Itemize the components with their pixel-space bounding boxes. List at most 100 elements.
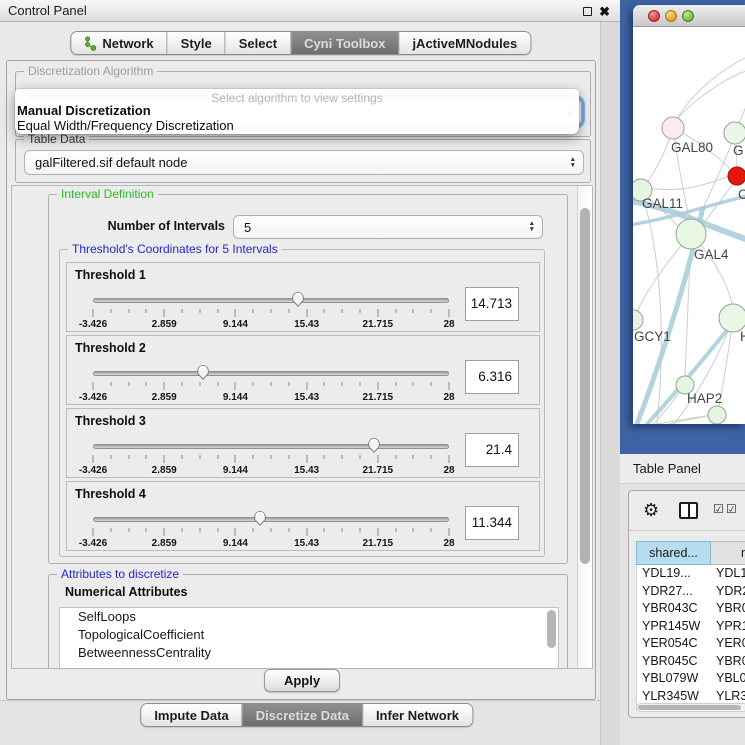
checkbox-checked-icon[interactable]: ☑ [713, 502, 724, 516]
dropdown-item-equal-width-frequency[interactable]: Equal Width/Frequency Discretization [15, 118, 579, 133]
network-node-gcy1[interactable] [633, 310, 643, 330]
bottom-tab-bar: Impute Data Discretize Data Infer Networ… [140, 703, 473, 727]
node-label: G [733, 143, 744, 158]
table-data-select[interactable]: galFiltered.sif default node ▲▼ [24, 150, 584, 175]
table-row[interactable]: YBR043CYBR0 [637, 600, 745, 618]
network-node-gal80[interactable] [662, 117, 684, 139]
apply-button[interactable]: Apply [264, 669, 340, 692]
interval-definition-group: Interval Definition Number of Intervals … [48, 194, 568, 564]
tab-network[interactable]: Network [71, 32, 166, 54]
slider-ticks [93, 382, 449, 391]
zoom-traffic-light-icon[interactable] [682, 10, 694, 22]
threshold-panel: Threshold 1 -3.4262.8599.14415.4321.71528… [66, 262, 540, 332]
table-data-group: Table Data galFiltered.sif default node … [15, 139, 591, 183]
network-canvas[interactable]: GAL80GCGAL11GAL4GCY1HHAP2 [633, 27, 745, 424]
threshold-slider[interactable]: -3.4262.8599.14415.4321.71528 [93, 362, 449, 404]
tab-jactivemnodules[interactable]: jActiveMNodules [398, 32, 530, 54]
control-panel-window: Control Panel ✖ Network Style Select Cyn… [0, 0, 620, 745]
tab-select[interactable]: Select [225, 32, 290, 54]
slider-handle[interactable] [291, 291, 306, 308]
slider-handle[interactable] [367, 437, 382, 454]
attribute-list-item[interactable]: TopologicalCoefficient [60, 626, 558, 644]
network-icon [84, 36, 97, 51]
column-header-name[interactable]: n [711, 541, 745, 565]
num-intervals-label: Number of Intervals [91, 219, 225, 233]
settings-scrollbar[interactable] [577, 186, 592, 669]
table-row[interactable]: YDR27...YDR2 [637, 583, 745, 601]
tab-impute-data[interactable]: Impute Data [141, 704, 241, 726]
threshold-value-field[interactable]: 14.713 [465, 287, 519, 321]
network-edge [677, 69, 745, 119]
cell-shared-name: YDL19... [637, 565, 712, 583]
tab-label: Network [102, 36, 153, 51]
slider-track[interactable] [93, 444, 449, 449]
slider-track[interactable] [93, 298, 449, 303]
slider-handle[interactable] [196, 364, 211, 381]
slider-tick-labels: -3.4262.8599.14415.4321.71528 [93, 538, 449, 550]
slider-track[interactable] [93, 517, 449, 522]
attribute-list-item[interactable]: SelfLoops [60, 608, 558, 626]
slider-ticks [93, 309, 449, 318]
threshold-value-field[interactable]: 11.344 [465, 506, 519, 540]
network-window-titlebar[interactable] [633, 5, 745, 27]
tab-style[interactable]: Style [167, 32, 225, 54]
list-scrollbar[interactable] [547, 610, 556, 648]
slider-tick-labels: -3.4262.8599.14415.4321.71528 [93, 465, 449, 477]
table-panel-title: Table Panel [620, 454, 701, 484]
numerical-attributes-list[interactable]: SelfLoopsTopologicalCoefficientBetweenne… [59, 607, 559, 669]
slider-tick-labels: -3.4262.8599.14415.4321.71528 [93, 319, 449, 331]
cell-name: YBR0 [712, 600, 745, 618]
dropdown-item-manual-discretization[interactable]: Manual Discretization [15, 103, 579, 118]
node-label: H [740, 329, 745, 344]
close-icon[interactable]: ✖ [599, 5, 610, 18]
tab-discretize-data[interactable]: Discretize Data [242, 704, 362, 726]
node-label: C [738, 187, 745, 202]
threshold-slider[interactable]: -3.4262.8599.14415.4321.71528 [93, 435, 449, 477]
top-tab-bar: Network Style Select Cyni Toolbox jActiv… [70, 31, 531, 55]
threshold-value-field[interactable]: 21.4 [465, 433, 519, 467]
node-label: GAL80 [671, 140, 713, 155]
cell-name: YBR0 [712, 653, 745, 671]
table-toolbar: ⚙ ☑ ☑ [629, 491, 745, 531]
table-row[interactable]: YBR045CYBR0 [637, 653, 745, 671]
network-node-g[interactable] [724, 122, 745, 144]
slider-ticks [93, 455, 449, 464]
table-hscrollbar[interactable] [636, 703, 745, 712]
node-label: HAP2 [687, 391, 722, 406]
table-row[interactable]: YPR145WYPR1 [637, 618, 745, 636]
gear-icon[interactable]: ⚙ [643, 500, 659, 520]
table-row[interactable]: YBL079WYBL0 [637, 670, 745, 688]
minimize-traffic-light-icon[interactable] [665, 10, 677, 22]
columns-icon[interactable] [679, 502, 698, 519]
checkbox-checked-icon[interactable]: ☑ [726, 502, 737, 516]
tab-cyni-toolbox[interactable]: Cyni Toolbox [290, 32, 398, 54]
threshold-panel: Threshold 4-3.4262.8599.14415.4321.71528… [66, 481, 540, 551]
thresholds-container: Threshold 1 -3.4262.8599.14415.4321.71528… [66, 262, 540, 551]
node-label: GAL11 [642, 196, 683, 211]
stepper-icon: ▲▼ [570, 157, 576, 169]
network-edge [645, 175, 731, 190]
table-rows: YDL19...YDL1YDR27...YDR2YBR043CYBR0YPR14… [636, 565, 745, 711]
table-panel-header: Table Panel [620, 454, 745, 484]
settings-scroll-area: Interval Definition Number of Intervals … [11, 185, 593, 669]
slider-track[interactable] [93, 371, 449, 376]
tab-infer-network[interactable]: Infer Network [362, 704, 472, 726]
column-header-shared[interactable]: shared... [636, 541, 711, 565]
threshold-slider[interactable]: -3.4262.8599.14415.4321.71528 [93, 508, 449, 550]
network-node-c[interactable] [728, 167, 745, 185]
threshold-label: Threshold 1 [75, 268, 146, 282]
close-traffic-light-icon[interactable] [648, 10, 660, 22]
network-node-gal4[interactable] [676, 219, 706, 249]
float-window-icon[interactable] [583, 7, 592, 16]
threshold-value-field[interactable]: 6.316 [465, 360, 519, 394]
threshold-panel: Threshold 2-3.4262.8599.14415.4321.71528… [66, 335, 540, 405]
table-row[interactable]: YER054CYER0 [637, 635, 745, 653]
network-edge [677, 55, 745, 119]
attribute-list-item[interactable]: BetweennessCentrality [60, 644, 558, 662]
threshold-slider[interactable]: -3.4262.8599.14415.4321.71528 [93, 289, 449, 331]
num-intervals-select[interactable]: 5 ▲▼ [233, 215, 543, 239]
slider-handle[interactable] [253, 510, 268, 527]
network-node-h[interactable] [719, 304, 745, 332]
network-node[interactable] [708, 406, 726, 424]
table-row[interactable]: YDL19...YDL1 [637, 565, 745, 583]
